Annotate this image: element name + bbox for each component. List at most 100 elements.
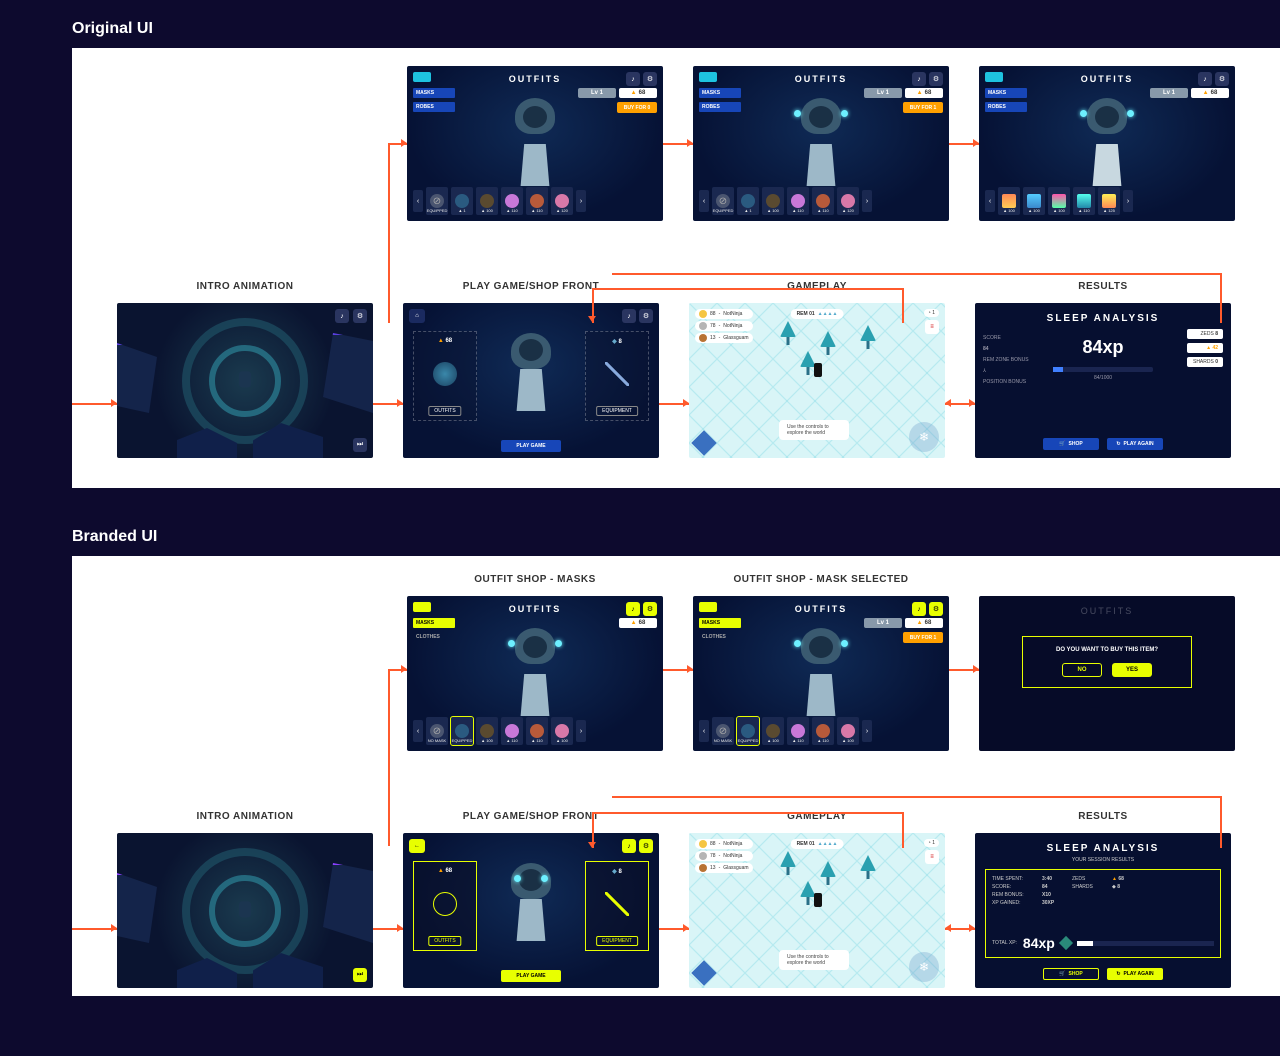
mask-item[interactable]: ▲ 110 xyxy=(501,187,523,215)
mask-item[interactable]: ▲ 100 xyxy=(762,717,784,745)
screen-outfits-2: OUTFITS ♪ ⚙ MASKS ROBES Lv 1 ▲68 BUY FOR… xyxy=(693,66,949,221)
sound-icon[interactable]: ♪ xyxy=(1198,72,1212,86)
mask-item[interactable]: ▲ 100 xyxy=(837,717,859,745)
equipment-panel[interactable]: ◆ 8 EQUIPMENT xyxy=(585,331,649,421)
sound-icon[interactable]: ♪ xyxy=(626,602,640,616)
item-no-mask[interactable]: EQUIPPED xyxy=(712,187,734,215)
mask-item[interactable]: ▲ 110 xyxy=(501,717,523,745)
robe-item[interactable]: ▲ 110 xyxy=(1073,187,1095,215)
leaderboard: 88 - NotNinja 78 - NotNinja 13 - Glassgu… xyxy=(695,839,753,873)
scroll-left-icon[interactable]: ‹ xyxy=(699,190,709,212)
sound-icon[interactable]: ♪ xyxy=(912,72,926,86)
tab-robes[interactable]: ROBES xyxy=(699,102,741,112)
score-pill: ◔ 1 xyxy=(924,839,939,847)
outfits-panel[interactable]: ▲ 68 OUTFITS xyxy=(413,861,477,951)
sound-icon[interactable]: ♪ xyxy=(626,72,640,86)
play-again-button[interactable]: ↻ PLAY AGAIN xyxy=(1107,968,1163,980)
sound-icon[interactable]: ♪ xyxy=(335,309,349,323)
settings-icon[interactable]: ⚙ xyxy=(643,602,657,616)
robe-item[interactable]: ▲ 100 xyxy=(998,187,1020,215)
mask-item[interactable]: ▲ 110 xyxy=(526,187,548,215)
mask-item[interactable]: ▲ 110 xyxy=(787,187,809,215)
player-icon xyxy=(814,363,822,377)
no-button[interactable]: NO xyxy=(1062,663,1102,677)
mask-item[interactable]: EQUIPPED xyxy=(451,717,473,745)
mask-item[interactable]: ▲ 110 xyxy=(812,187,834,215)
scroll-left-icon[interactable]: ‹ xyxy=(413,190,423,212)
tab-clothes[interactable]: CLOTHES xyxy=(413,632,455,642)
mask-icon xyxy=(433,362,457,386)
scroll-left-icon[interactable]: ‹ xyxy=(699,720,709,742)
skip-icon[interactable]: ⏭ xyxy=(353,438,367,452)
play-button[interactable]: PLAY GAME xyxy=(501,440,561,452)
tab-masks[interactable]: MASKS xyxy=(413,618,455,628)
home-button[interactable]: ⌂ xyxy=(409,309,425,323)
robe-item[interactable]: ▲ 125 xyxy=(1098,187,1120,215)
scroll-right-icon[interactable]: › xyxy=(576,720,586,742)
mask-item[interactable]: ▲ 110 xyxy=(526,717,548,745)
sound-icon[interactable]: ♪ xyxy=(912,602,926,616)
sound-icon[interactable]: ♪ xyxy=(622,839,636,853)
confirm-dialog: DO YOU WANT TO BUY THIS ITEM? NO YES xyxy=(1022,636,1192,688)
settings-icon[interactable]: ⚙ xyxy=(353,309,367,323)
mask-item[interactable]: ▲ 100 xyxy=(551,717,573,745)
robe-item[interactable]: ▲ 100 xyxy=(1048,187,1070,215)
tab-masks[interactable]: MASKS xyxy=(413,88,455,98)
item-no-mask[interactable]: NO MASK xyxy=(426,717,448,745)
shop-button[interactable]: 🛒 SHOP xyxy=(1043,968,1099,980)
outfits-panel[interactable]: ▲ 68 OUTFITS xyxy=(413,331,477,421)
shop-button[interactable]: 🛒 SHOP xyxy=(1043,438,1099,450)
tab-masks[interactable]: MASKS xyxy=(699,88,741,98)
mask-item[interactable]: ▲ 120 xyxy=(551,187,573,215)
settings-icon[interactable]: ⚙ xyxy=(1215,72,1229,86)
section-branded: OUTFIT SHOP - MASKS OUTFITS ♪⚙ MASKS CLO… xyxy=(72,556,1280,996)
scroll-right-icon[interactable]: › xyxy=(576,190,586,212)
mask-item[interactable]: ▲ 1 xyxy=(737,187,759,215)
item-no-mask[interactable]: EQUIPPED xyxy=(426,187,448,215)
settings-icon[interactable]: ⚙ xyxy=(929,72,943,86)
tab-masks[interactable]: MASKS xyxy=(985,88,1027,98)
scroll-right-icon[interactable]: › xyxy=(1123,190,1133,212)
menu-icon[interactable]: ≡ xyxy=(925,850,939,864)
mask-item[interactable]: ▲ 100 xyxy=(476,717,498,745)
tab-robes[interactable]: ROBES xyxy=(413,102,455,112)
skip-icon[interactable]: ⏭ xyxy=(353,968,367,982)
mask-item[interactable]: ▲ 110 xyxy=(787,717,809,745)
settings-icon[interactable]: ⚙ xyxy=(639,839,653,853)
tab-clothes[interactable]: CLOTHES xyxy=(699,632,741,642)
buy-button[interactable]: BUY FOR 0 xyxy=(617,102,657,113)
item-no-mask[interactable]: NO MASK xyxy=(712,717,734,745)
sound-icon[interactable]: ♪ xyxy=(622,309,636,323)
yes-button[interactable]: YES xyxy=(1112,663,1152,677)
tab-masks[interactable]: MASKS xyxy=(699,618,741,628)
tab-robes[interactable]: ROBES xyxy=(985,102,1027,112)
screen-shopfront: ⌂ ♪ ⚙ ▲ 68 OUTFITS ◆ 8 EQUIPMENT xyxy=(403,303,659,458)
mask-item[interactable]: ▲ 110 xyxy=(812,717,834,745)
right-stats: ZEDS 8 ▲ 42 SHARDS 0 xyxy=(1187,329,1223,367)
stage-label-shop-selected: OUTFIT SHOP - MASK SELECTED xyxy=(734,574,909,588)
control-pad[interactable]: ❄ xyxy=(909,422,939,452)
scroll-left-icon[interactable]: ‹ xyxy=(413,720,423,742)
robe-item[interactable]: ▲ 100 xyxy=(1023,187,1045,215)
equipment-panel[interactable]: ◆ 8 EQUIPMENT xyxy=(585,861,649,951)
back-button[interactable]: ← xyxy=(409,839,425,853)
scroll-right-icon[interactable]: › xyxy=(862,720,872,742)
mask-item[interactable]: ▲ 100 xyxy=(762,187,784,215)
outfits-title: OUTFITS xyxy=(979,74,1235,84)
mask-item[interactable]: ▲ 1 xyxy=(451,187,473,215)
mask-item[interactable]: EQUIPPED xyxy=(737,717,759,745)
mask-item[interactable]: ▲ 120 xyxy=(837,187,859,215)
menu-icon[interactable]: ≡ xyxy=(925,320,939,334)
scroll-right-icon[interactable]: › xyxy=(862,190,872,212)
scroll-left-icon[interactable]: ‹ xyxy=(985,190,995,212)
play-button[interactable]: PLAY GAME xyxy=(501,970,561,982)
mask-item[interactable]: ▲ 100 xyxy=(476,187,498,215)
play-again-button[interactable]: ↻ PLAY AGAIN xyxy=(1107,438,1163,450)
buy-button[interactable]: BUY FOR 1 xyxy=(903,632,943,643)
settings-icon[interactable]: ⚙ xyxy=(643,72,657,86)
settings-icon[interactable]: ⚙ xyxy=(639,309,653,323)
control-pad[interactable]: ❄ xyxy=(909,952,939,982)
left-stats: SCORE84 REM ZONE BONUS ⅄ POSITION BONUS xyxy=(983,333,1029,388)
settings-icon[interactable]: ⚙ xyxy=(929,602,943,616)
buy-button[interactable]: BUY FOR 1 xyxy=(903,102,943,113)
